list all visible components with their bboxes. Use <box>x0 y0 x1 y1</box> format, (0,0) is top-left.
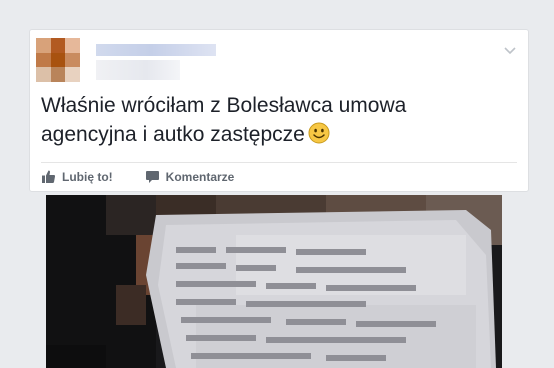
chevron-down-icon[interactable] <box>502 42 518 58</box>
thumbs-up-icon <box>41 169 56 184</box>
author-name-blurred[interactable] <box>96 44 216 56</box>
comment-icon <box>145 169 160 184</box>
smiley-icon <box>308 122 330 144</box>
avatar[interactable] <box>36 38 80 82</box>
attached-photo-pixelated[interactable] <box>46 195 502 368</box>
comment-button[interactable]: Komentarze <box>145 169 235 184</box>
post-card: Właśnie wróciłam z Bolesławca umowa agenc… <box>29 29 529 192</box>
action-bar: Lubię to! Komentarze <box>41 169 234 184</box>
post-text-line-1: Właśnie wróciłam z Bolesławca umowa <box>41 94 407 117</box>
comment-label: Komentarze <box>165 169 235 184</box>
divider <box>41 162 517 163</box>
like-label: Lubię to! <box>62 169 113 184</box>
post-text: Właśnie wróciłam z Bolesławca umowa agenc… <box>41 91 511 149</box>
like-button[interactable]: Lubię to! <box>41 169 113 184</box>
post-meta-blurred <box>96 60 180 80</box>
post-text-line-2: agencyjna i autko zastępcze <box>41 123 305 146</box>
